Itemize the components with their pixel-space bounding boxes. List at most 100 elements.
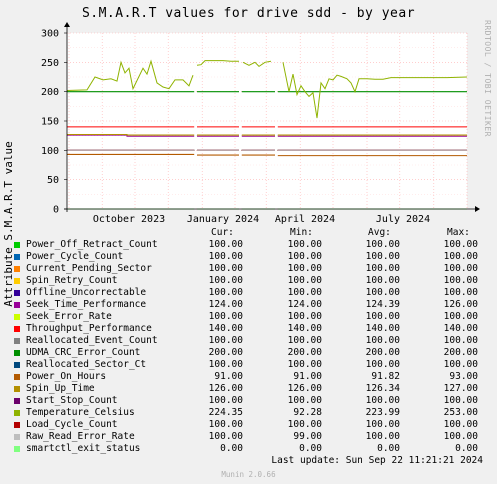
legend-min: 124.00 (287, 299, 322, 310)
legend-avg: 100.00 (365, 287, 400, 298)
legend-label: Reallocated_Event_Count (26, 335, 158, 346)
y-tick-label: 200 (41, 87, 59, 98)
legend-cur: 200.00 (208, 347, 243, 358)
legend-avg: 140.00 (365, 323, 400, 334)
legend-row: Load_Cycle_Count 100.00 100.00 100.00 100.00 (0, 419, 497, 431)
legend-row: Seek_Error_Rate 100.00 100.00 100.00 100.00 (0, 311, 497, 323)
legend-avg: 223.99 (365, 407, 400, 418)
legend-avg: 100.00 (365, 239, 400, 250)
legend-row: Spin_Retry_Count 100.00 100.00 100.00 100.00 (0, 275, 497, 287)
legend-avg: 124.39 (365, 299, 400, 310)
legend-row: Reallocated_Sector_Ct 100.00 100.00 100.00 1… (0, 359, 497, 371)
legend-max: 100.00 (443, 419, 478, 430)
legend-header-min: Min: (290, 227, 313, 238)
legend-cur: 100.00 (208, 239, 243, 250)
legend-cur: 224.35 (208, 407, 243, 418)
legend-swatch (14, 254, 20, 260)
x-tick-label: January 2024 (187, 214, 259, 225)
legend-cur: 100.00 (208, 419, 243, 430)
legend-min: 100.00 (287, 275, 322, 286)
legend-swatch (14, 398, 20, 404)
legend-avg: 100.00 (365, 395, 400, 406)
legend-min: 100.00 (287, 239, 322, 250)
legend-max: 100.00 (443, 263, 478, 274)
munin-version: Munin 2.0.66 (221, 470, 276, 479)
legend-min: 100.00 (287, 311, 322, 322)
x-axis-arrow (475, 206, 480, 212)
legend-min: 100.00 (287, 251, 322, 262)
y-axis-arrow (64, 22, 70, 27)
legend-avg: 100.00 (365, 419, 400, 430)
legend-min: 100.00 (287, 287, 322, 298)
legend-cur: 0.00 (220, 443, 243, 454)
legend-max: 100.00 (443, 287, 478, 298)
legend-row: Power_Cycle_Count 100.00 100.00 100.00 100.0… (0, 251, 497, 263)
legend-label: Spin_Retry_Count (26, 275, 118, 286)
legend-max: 93.00 (449, 371, 478, 382)
legend-label: Start_Stop_Count (26, 395, 118, 406)
legend-avg: 100.00 (365, 263, 400, 274)
legend-row: Seek_Time_Performance 124.00 124.00 124.39 1… (0, 299, 497, 311)
legend-max: 140.00 (443, 323, 478, 334)
legend-label: Power_Cycle_Count (26, 251, 124, 262)
legend-label: Load_Cycle_Count (26, 419, 118, 430)
y-tick-label: 0 (53, 205, 59, 216)
y-tick-label: 100 (41, 146, 59, 157)
legend-max: 253.00 (443, 407, 478, 418)
legend-swatch (14, 242, 20, 248)
legend-min: 100.00 (287, 359, 322, 370)
y-tick-label: 150 (41, 117, 59, 128)
legend-row: Power_On_Hours 91.00 91.00 91.82 93.00 (0, 371, 497, 383)
legend-label: Power_Off_Retract_Count (26, 239, 158, 250)
legend-avg: 100.00 (365, 359, 400, 370)
legend-avg: 100.00 (365, 431, 400, 442)
legend-cur: 140.00 (208, 323, 243, 334)
legend-row: Offline_Uncorrectable 100.00 100.00 100.00 1… (0, 287, 497, 299)
legend-max: 127.00 (443, 383, 478, 394)
legend-max: 100.00 (443, 275, 478, 286)
y-tick-label: 250 (41, 58, 59, 69)
legend-cur: 100.00 (208, 251, 243, 262)
legend-cur: 100.00 (208, 395, 243, 406)
legend-max: 100.00 (443, 239, 478, 250)
legend-swatch (14, 290, 20, 296)
legend-swatch (14, 386, 20, 392)
legend-swatch (14, 338, 20, 344)
legend-min: 0.00 (299, 443, 322, 454)
legend-label: Throughput_Performance (26, 323, 152, 334)
legend-max: 200.00 (443, 347, 478, 358)
legend-swatch (14, 434, 20, 440)
legend-swatch (14, 410, 20, 416)
legend-cur: 100.00 (208, 359, 243, 370)
legend-header-cur: Cur: (211, 227, 234, 238)
legend-max: 100.00 (443, 335, 478, 346)
legend-min: 99.00 (293, 431, 322, 442)
legend-min: 126.00 (287, 383, 322, 394)
legend-label: Power_On_Hours (26, 371, 107, 382)
legend-label: Seek_Error_Rate (26, 311, 112, 322)
legend-header-avg: Avg: (368, 227, 391, 238)
legend-avg: 91.82 (371, 371, 400, 382)
legend-max: 100.00 (443, 359, 478, 370)
legend-max: 100.00 (443, 251, 478, 262)
legend-min: 100.00 (287, 263, 322, 274)
legend-min: 100.00 (287, 419, 322, 430)
legend-avg: 200.00 (365, 347, 400, 358)
legend-label: Temperature_Celsius (26, 407, 135, 418)
legend-row: Raw_Read_Error_Rate 100.00 99.00 100.00 100.… (0, 431, 497, 443)
last-update: Last update: Sun Sep 22 11:21:21 2024 (271, 455, 483, 466)
legend-swatch (14, 314, 20, 320)
legend-avg: 126.34 (365, 383, 400, 394)
legend-label: Reallocated_Sector_Ct (26, 359, 147, 370)
legend-max: 100.00 (443, 395, 478, 406)
y-tick-label: 300 (41, 29, 59, 40)
legend-cur: 126.00 (208, 383, 243, 394)
legend-cur: 91.00 (214, 371, 243, 382)
legend-label: Raw_Read_Error_Rate (26, 431, 135, 442)
legend-row: Spin_Up_Time 126.00 126.00 126.34 127.00 (0, 383, 497, 395)
legend-cur: 100.00 (208, 287, 243, 298)
legend-swatch (14, 374, 20, 380)
legend-row: Power_Off_Retract_Count 100.00 100.00 100.0… (0, 239, 497, 251)
legend-label: Spin_Up_Time (26, 383, 95, 394)
legend-cur: 100.00 (208, 311, 243, 322)
